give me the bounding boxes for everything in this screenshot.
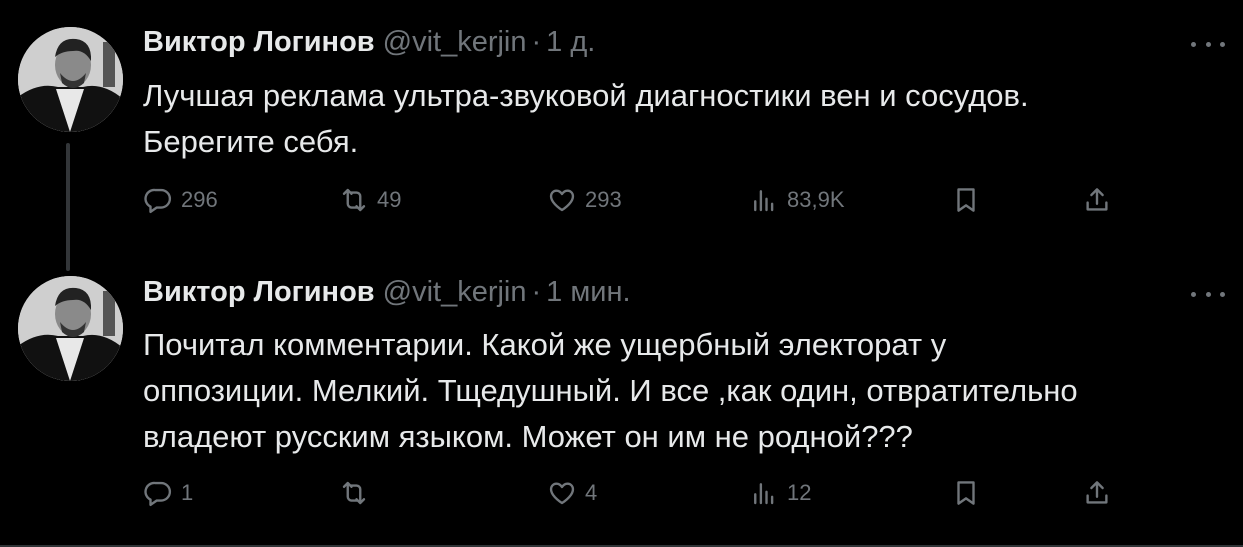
views-button[interactable]: 12 [749, 476, 811, 510]
more-icon[interactable] [1191, 284, 1225, 304]
tweet-text-line: Лучшая реклама ультра-звуковой диагности… [143, 78, 1029, 113]
reply-button[interactable]: 1 [143, 476, 193, 510]
share-button[interactable] [1082, 183, 1112, 217]
tweet-text-line: Берегите себя. [143, 124, 359, 159]
retweet-button[interactable]: 49 [339, 183, 401, 217]
like-count: 4 [585, 480, 598, 505]
retweet-count: 49 [377, 187, 402, 212]
avatar[interactable] [18, 27, 123, 132]
separator-dot: · [531, 26, 542, 58]
tweet-text: Почитал комментарии. Какой же ущербный э… [143, 322, 1218, 460]
tweet-time[interactable]: 1 д. [546, 26, 595, 59]
like-button[interactable]: 4 [547, 476, 597, 510]
tweet-text-line: Почитал комментарии. Какой же ущербный э… [143, 327, 947, 362]
tweet[interactable]: Виктор Логинов @vit_kerjin · 1 мин. Почи… [0, 262, 1243, 547]
tweet-actions: 1 4 12 [143, 476, 1143, 510]
retweet-icon [342, 188, 366, 212]
bookmark-button[interactable] [951, 476, 981, 510]
author-name[interactable]: Виктор Логинов [143, 276, 375, 309]
heart-icon [549, 189, 575, 212]
avatar[interactable] [18, 276, 123, 381]
like-button[interactable]: 293 [547, 183, 622, 217]
views-icon [754, 190, 774, 212]
reply-button[interactable]: 296 [143, 183, 218, 217]
like-count: 293 [585, 187, 622, 212]
views-icon [754, 483, 774, 505]
retweet-icon [342, 481, 366, 505]
avatar-image [18, 27, 123, 132]
tweet-text: Лучшая реклама ультра-звуковой диагности… [143, 73, 1218, 165]
author-handle[interactable]: @vit_kerjin [383, 26, 527, 59]
views-count: 83,9K [787, 187, 845, 212]
retweet-button[interactable] [339, 476, 377, 510]
tweet[interactable]: Виктор Логинов @vit_kerjin · 1 д. Лучшая… [0, 0, 1243, 271]
bookmark-icon [957, 188, 975, 212]
tweet-header: Виктор Логинов @vit_kerjin · 1 мин. [143, 276, 631, 309]
separator-dot: · [531, 276, 542, 308]
share-icon [1086, 481, 1108, 504]
views-count: 12 [787, 480, 812, 505]
author-handle[interactable]: @vit_kerjin [383, 276, 527, 309]
reply-icon [144, 481, 172, 507]
tweet-time[interactable]: 1 мин. [546, 276, 630, 309]
share-button[interactable] [1082, 476, 1112, 510]
tweet-text-line: владеют русским языком. Может он им не р… [143, 419, 913, 454]
heart-icon [549, 482, 575, 505]
tweet-text-line: оппозиции. Мелкий. Тщедушный. И все ,как… [143, 373, 1078, 408]
tweet-actions: 296 49 293 83,9K [143, 183, 1143, 217]
reply-count: 1 [181, 480, 194, 505]
reply-count: 296 [181, 187, 218, 212]
thread-line [66, 143, 70, 271]
tweet-header: Виктор Логинов @vit_kerjin · 1 д. [143, 26, 595, 59]
share-icon [1086, 188, 1108, 211]
bookmark-button[interactable] [951, 183, 981, 217]
bookmark-icon [957, 481, 975, 505]
more-icon[interactable] [1191, 34, 1225, 54]
avatar-image [18, 276, 123, 381]
author-name[interactable]: Виктор Логинов [143, 26, 375, 59]
reply-icon [144, 188, 172, 214]
views-button[interactable]: 83,9K [749, 183, 845, 217]
